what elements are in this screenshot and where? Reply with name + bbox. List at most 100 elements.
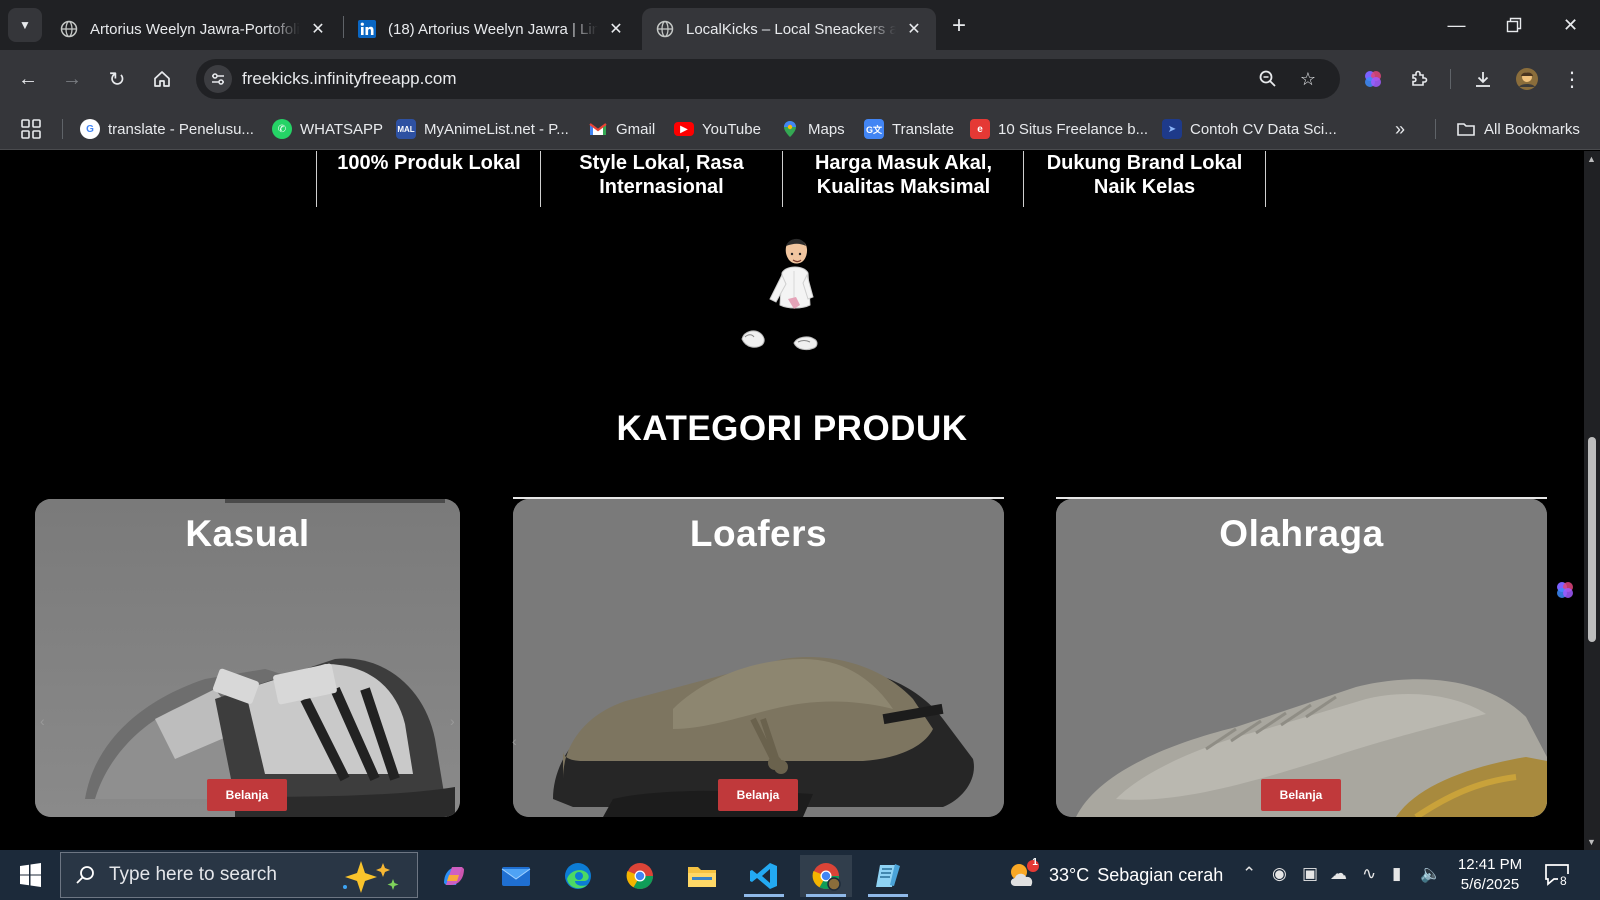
site-icon: e — [970, 119, 990, 139]
bookmark-freelance[interactable]: e 10 Situs Freelance b... — [970, 118, 1148, 140]
apps-grid-icon[interactable] — [20, 118, 42, 140]
tab-portfolio[interactable]: Artorius Weelyn Jawra-Portofolio ✕ — [46, 8, 340, 50]
close-tab-icon[interactable]: ✕ — [904, 19, 924, 39]
feature-text: Kualitas Maksimal — [816, 176, 991, 198]
feature-text: Dukung Brand Lokal — [1046, 152, 1243, 174]
show-hidden-icons-icon[interactable]: ⌃ — [1242, 864, 1256, 884]
record-icon[interactable]: ◉ — [1272, 864, 1287, 884]
arrow-right-icon: → — [62, 67, 82, 90]
minimize-icon: — — [1447, 14, 1466, 35]
page-viewport: 100% Produk Lokal Style Lokal, Rasa Inte… — [0, 151, 1584, 850]
tab-linkedin[interactable]: (18) Artorius Weelyn Jawra | LinkedIn ✕ — [344, 8, 638, 50]
bookmark-star-icon[interactable]: ☆ — [1296, 67, 1320, 91]
feature-support-brand: Dukung Brand Lokal Naik Kelas — [1024, 151, 1265, 207]
file-explorer-app[interactable] — [676, 855, 728, 897]
url-text[interactable]: freekicks.infinityfreeapp.com — [242, 69, 456, 89]
carousel-next-icon[interactable]: › — [450, 713, 455, 729]
category-card-olahraga[interactable]: Olahraga Belanja — [1056, 499, 1547, 817]
weather-description: Sebagian cerah — [1097, 864, 1224, 885]
bookmark-whatsapp[interactable]: ✆ WHATSAPP — [272, 118, 383, 140]
downloads-icon[interactable] — [1468, 64, 1498, 94]
meet-now-icon[interactable]: ▣ — [1302, 864, 1318, 884]
all-bookmarks-button[interactable]: All Bookmarks — [1456, 118, 1580, 140]
bookmark-label: Contoh CV Data Sci... — [1190, 120, 1337, 138]
file-explorer-icon — [688, 867, 716, 887]
page-scrollbar[interactable]: ▲ ▼ — [1584, 151, 1600, 850]
back-button[interactable]: ← — [12, 63, 44, 95]
category-card-loafers[interactable]: Loafers Belanja — [513, 499, 1004, 817]
edge-app[interactable] — [552, 855, 604, 897]
tab-search-button[interactable]: ▼ — [8, 8, 42, 42]
category-title: Olahraga — [1219, 513, 1384, 554]
bookmark-translate[interactable]: G文 Translate — [864, 118, 954, 140]
site-info-button[interactable] — [204, 65, 232, 93]
battery-icon[interactable]: ▮ — [1392, 864, 1401, 884]
profile-avatar-icon[interactable] — [1512, 64, 1542, 94]
minimize-button[interactable]: — — [1428, 0, 1485, 50]
scroll-thumb[interactable] — [1588, 437, 1596, 642]
more-bookmarks-button[interactable]: » — [1395, 119, 1405, 140]
clock-time: 12:41 PM — [1457, 856, 1523, 873]
taskbar-search-box[interactable]: Type here to search — [60, 852, 418, 898]
site-icon: ➤ — [1162, 119, 1182, 139]
bookmark-maps[interactable]: Maps — [780, 118, 845, 140]
close-window-button[interactable]: ✕ — [1542, 0, 1599, 50]
chrome-app[interactable] — [614, 855, 666, 897]
chrome-icon — [626, 863, 654, 890]
home-button[interactable] — [146, 63, 178, 95]
close-tab-icon[interactable]: ✕ — [606, 19, 626, 39]
clock-date: 5/6/2025 — [1460, 876, 1520, 893]
gemini-extension-icon[interactable] — [1358, 64, 1388, 94]
bookmark-label: translate - Penelusu... — [108, 120, 254, 138]
shop-button[interactable]: Belanja — [1261, 779, 1341, 811]
feature-text: Internasional — [599, 176, 724, 198]
scroll-up-icon[interactable]: ▲ — [1587, 154, 1596, 164]
notification-center-button[interactable]: 8 — [1544, 862, 1574, 888]
carousel-prev-icon[interactable]: ‹ — [40, 713, 45, 729]
carousel-prev-icon[interactable]: ‹ — [512, 733, 517, 749]
address-bar[interactable]: freekicks.infinityfreeapp.com ☆ — [196, 59, 1340, 99]
windows-start-icon[interactable] — [10, 862, 50, 888]
volume-icon[interactable]: 🔈 — [1420, 864, 1441, 884]
gemini-side-button-icon[interactable] — [1553, 578, 1577, 602]
extensions-puzzle-icon[interactable] — [1404, 64, 1434, 94]
globe-icon — [656, 20, 674, 38]
vscode-app[interactable] — [738, 855, 790, 897]
copilot-icon — [444, 867, 464, 885]
whatsapp-icon: ✆ — [272, 119, 292, 139]
restore-icon — [1506, 17, 1521, 33]
wifi-icon[interactable]: ∿ — [1362, 864, 1376, 884]
category-card-kasual[interactable]: Kasual Belanja — [35, 499, 460, 817]
restore-button[interactable] — [1485, 0, 1542, 50]
copilot-app[interactable] — [428, 855, 480, 897]
tab-localkicks[interactable]: LocalKicks – Local Sneackers and More ✕ — [642, 8, 936, 50]
new-tab-button[interactable]: + — [945, 12, 973, 40]
reload-icon: ↻ — [108, 68, 126, 91]
mascot-illustration — [741, 238, 818, 351]
mail-app[interactable] — [490, 855, 542, 897]
weather-temperature: 33°C — [1049, 864, 1090, 885]
onedrive-icon[interactable]: ☁ — [1330, 864, 1347, 884]
weather-widget[interactable]: 1 33°C Sebagian cerah — [1007, 857, 1224, 890]
section-title: KATEGORI PRODUK — [616, 409, 968, 448]
more-menu-icon[interactable]: ⋮ — [1557, 64, 1587, 94]
shop-button[interactable]: Belanja — [207, 779, 287, 811]
bookmark-translate-search[interactable]: G translate - Penelusu... — [80, 118, 254, 140]
bookmark-cv-data-science[interactable]: ➤ Contoh CV Data Sci... — [1162, 118, 1337, 140]
zoom-icon[interactable] — [1256, 67, 1280, 91]
google-icon: G — [80, 119, 100, 139]
bookmark-label: YouTube — [702, 120, 761, 138]
bookmark-gmail[interactable]: Gmail — [588, 118, 655, 140]
bookmark-youtube[interactable]: ▶ YouTube — [674, 118, 761, 140]
close-tab-icon[interactable]: ✕ — [308, 19, 328, 39]
system-clock[interactable]: 12:41 PM 5/6/2025 — [1456, 855, 1524, 895]
scroll-down-icon[interactable]: ▼ — [1587, 837, 1596, 847]
reload-button[interactable]: ↻ — [101, 63, 133, 95]
chrome-profile-app[interactable] — [800, 855, 852, 897]
bookmark-label: Maps — [808, 120, 845, 138]
forward-button[interactable]: → — [56, 63, 88, 95]
notes-app[interactable] — [862, 855, 914, 897]
shop-button[interactable]: Belanja — [718, 779, 798, 811]
bookmark-label: Translate — [892, 120, 954, 138]
bookmark-myanimelist[interactable]: MAL MyAnimeList.net - P... — [396, 118, 569, 140]
